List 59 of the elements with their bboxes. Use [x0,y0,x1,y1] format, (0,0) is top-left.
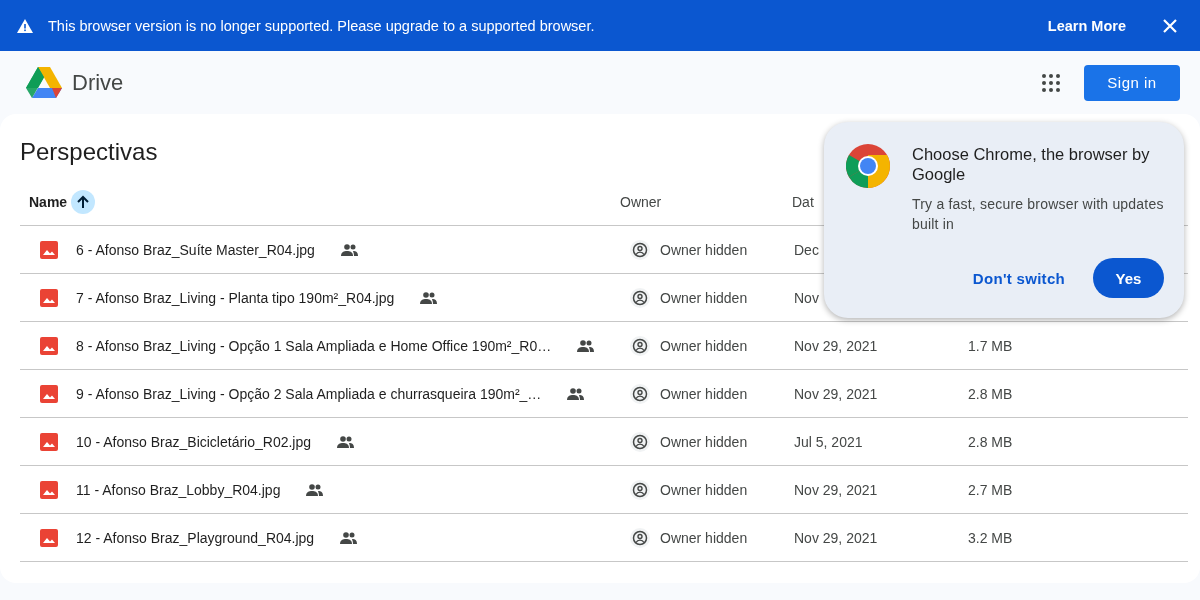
arrow-up-icon [76,194,91,209]
folder-title: Perspectivas [20,137,158,167]
apps-grid-icon[interactable] [1042,73,1060,92]
size-cell: 1.7 MB [968,337,1013,354]
owner-cell: Owner hidden [660,481,748,498]
image-file-icon [40,432,58,451]
file-name[interactable]: 12 - Afonso Braz_Playground_R04.jpg [76,529,315,546]
image-file-icon [40,240,58,259]
image-file-icon [40,288,58,307]
file-name[interactable]: 6 - Afonso Braz_Suíte Master_R04.jpg [76,241,315,258]
size-cell: 2.8 MB [968,433,1013,450]
image-file-icon [40,528,58,547]
file-name[interactable]: 9 - Afonso Braz_Living - Opção 2 Sala Ampliada e churrasqueira 190m²_… [76,385,542,402]
promo-text: Try a fast, secure browser with updates built in [912,195,1164,234]
person-circle-icon [630,335,650,356]
promo-title: Choose Chrome, the browser by Google [912,144,1151,184]
learn-more-link[interactable]: Learn More [1047,17,1126,34]
file-name[interactable]: 11 - Afonso Braz_Lobby_R04.jpg [76,481,281,498]
owner-cell: Owner hidden [660,385,748,402]
owner-cell: Owner hidden [660,529,748,546]
column-header[interactable]: Owner [620,193,662,210]
date-cell: Dec [794,241,819,258]
file-name[interactable]: 10 - Afonso Braz_Bicicletário_R02.jpg [76,433,312,450]
file-name[interactable]: 8 - Afonso Braz_Living - Opção 1 Sala Ampliada e Home Office 190m²_R0… [76,337,552,354]
owner-cell: Owner hidden [660,433,748,450]
person-circle-icon [630,431,650,452]
sort-button[interactable] [71,189,96,214]
app-name: Drive [72,69,125,96]
date-cell: Jul 5, 2021 [794,433,863,450]
date-cell: Nov 29, 2021 [794,529,878,546]
size-cell: 3.2 MB [968,529,1013,546]
sign-in-button[interactable]: Sign in [1084,64,1180,101]
warning-icon [16,17,34,34]
image-file-icon [40,384,58,403]
date-cell: Nov 29, 2021 [794,481,878,498]
date-cell: Nov [794,289,819,306]
date-cell: Nov 29, 2021 [794,337,878,354]
drive-logo [26,66,62,99]
dont-switch-button[interactable]: Don't switch [964,259,1073,297]
banner-message: This browser version is no longer supported. Please upgrade to a supported browser. [48,17,596,34]
image-file-icon [40,480,58,499]
column-header[interactable]: Dat [792,193,814,210]
chrome-logo [846,144,890,188]
owner-cell: Owner hidden [660,289,748,306]
size-cell: 2.7 MB [968,481,1013,498]
person-circle-icon [630,479,650,500]
person-circle-icon [630,383,650,404]
image-file-icon [40,336,58,355]
close-icon [1162,17,1178,34]
size-cell: 2.8 MB [968,385,1013,402]
person-circle-icon [630,287,650,308]
person-circle-icon [630,239,650,260]
yes-button[interactable]: Yes [1093,258,1164,298]
date-cell: Nov 29, 2021 [794,385,878,402]
file-name[interactable]: 7 - Afonso Braz_Living - Planta tipo 190m²_R04.jpg [76,289,395,306]
owner-cell: Owner hidden [660,241,748,258]
person-circle-icon [630,527,650,548]
owner-cell: Owner hidden [660,337,748,354]
column-header[interactable]: Name [29,193,68,210]
